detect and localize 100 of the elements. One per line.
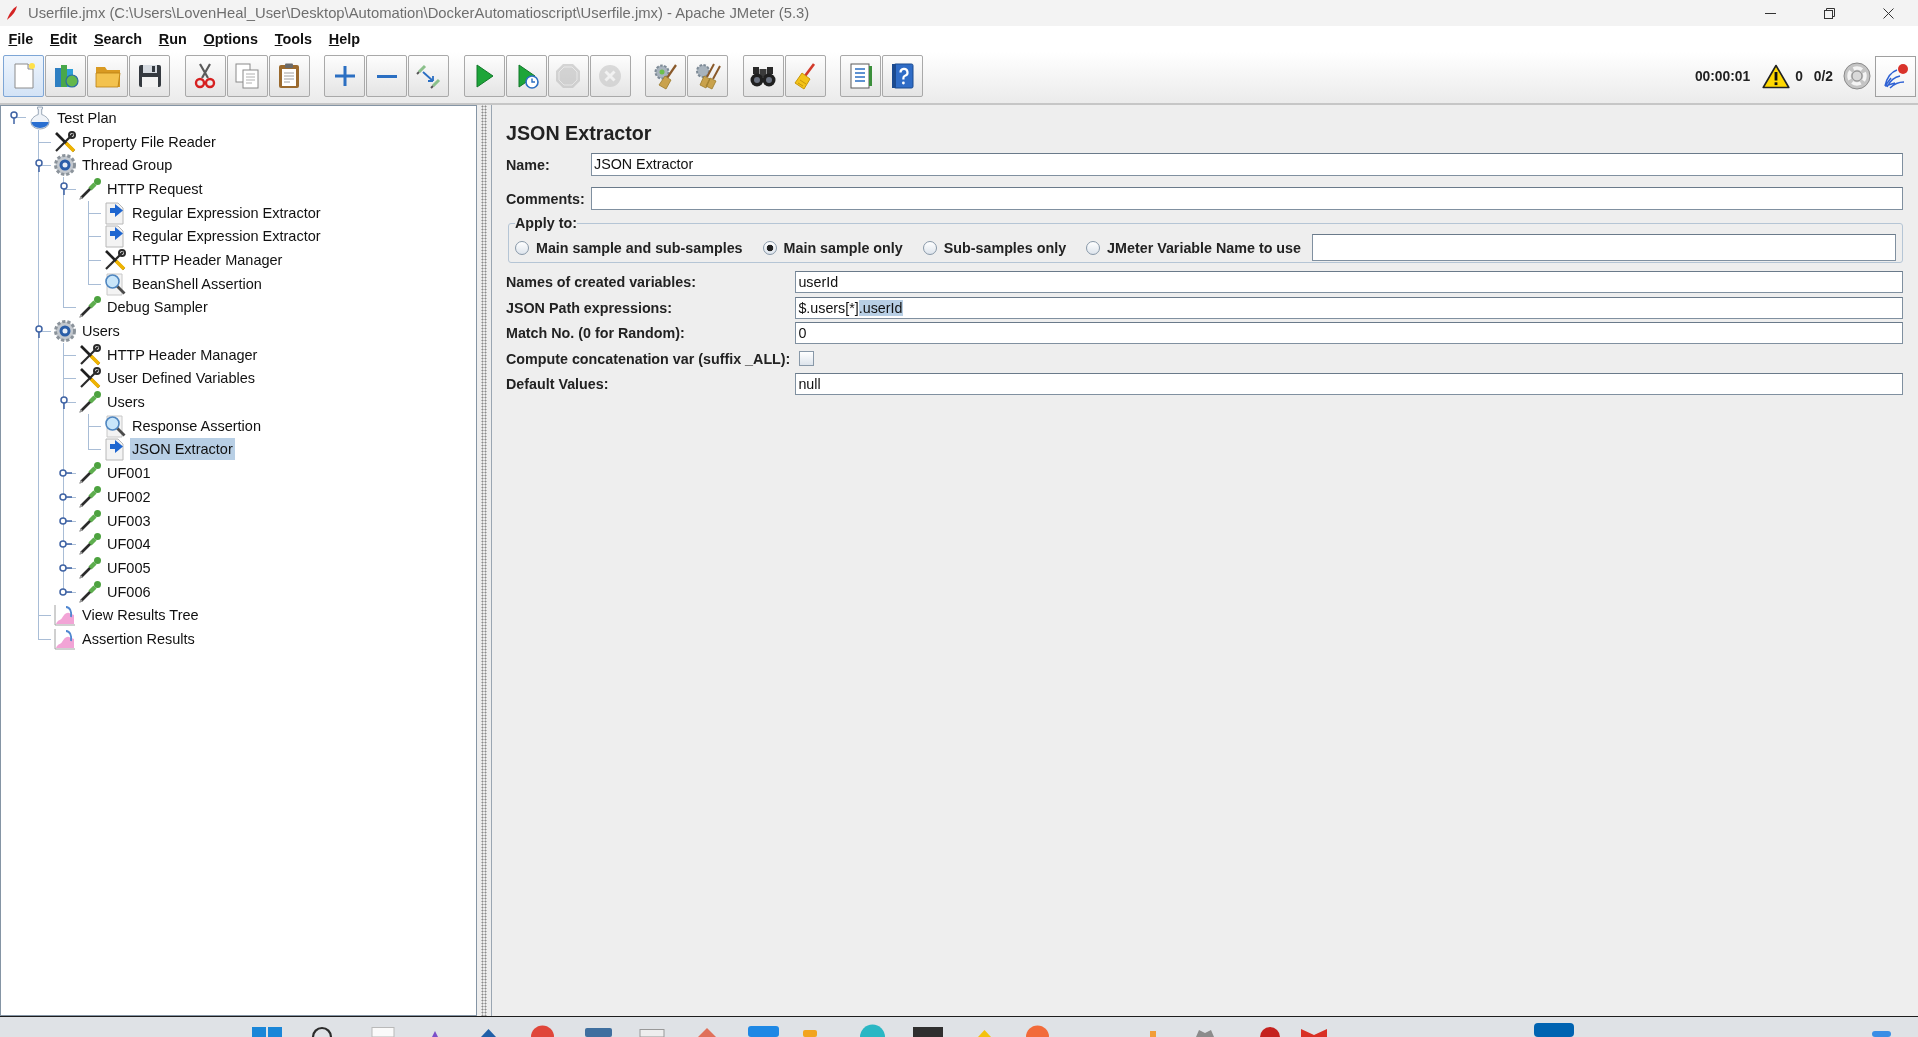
feather-icon	[6, 5, 18, 21]
pipette-icon	[78, 532, 102, 557]
radio-option[interactable]: Main sample and sub-samples	[515, 239, 743, 256]
chart-icon	[53, 603, 77, 628]
taskbar-app-icon[interactable]	[1196, 1030, 1214, 1037]
tree-item[interactable]: BeanShell Assertion	[130, 272, 264, 295]
tree-item[interactable]: User Defined Variables	[105, 367, 258, 390]
radio-icon[interactable]	[515, 240, 529, 255]
expand-handle-icon[interactable]	[59, 492, 72, 501]
menu-item[interactable]: Tools	[266, 28, 321, 50]
text-field[interactable]: $.users[*].userId	[795, 296, 1903, 319]
tree-item[interactable]: Thread Group	[80, 154, 175, 177]
text-field[interactable]: null	[795, 373, 1903, 395]
warning-icon[interactable]	[1762, 63, 1791, 89]
tree-item[interactable]: Assertion Results	[80, 627, 197, 650]
taskbar-app-icon[interactable]	[1301, 1029, 1327, 1037]
radio-option[interactable]: Main sample only	[762, 239, 903, 256]
radio-icon[interactable]	[922, 240, 937, 255]
text-field[interactable]: userId	[795, 271, 1903, 293]
toggle-button[interactable]	[408, 55, 449, 97]
expand-handle-icon[interactable]	[59, 563, 72, 572]
tree-item[interactable]: View Results Tree	[80, 604, 201, 627]
expand-handle-icon[interactable]	[59, 469, 72, 478]
menu-item[interactable]: Run	[150, 28, 196, 50]
taskbar-app-icon[interactable]	[481, 1029, 496, 1037]
taskbar-app-icon[interactable]	[698, 1028, 716, 1037]
tree-item[interactable]: Property File Reader	[80, 130, 218, 153]
search-icon[interactable]	[311, 1026, 333, 1037]
tree-item[interactable]: Regular Expression Extractor	[130, 201, 323, 224]
taskbar-app-icon[interactable]	[432, 1031, 438, 1037]
name-field[interactable]: JSON Extractor	[591, 153, 1903, 176]
menu-item[interactable]: Options	[195, 28, 267, 50]
tree-item[interactable]: UF001	[105, 462, 153, 485]
chart-icon	[53, 626, 77, 651]
taskbar-app-icon[interactable]	[1534, 1023, 1574, 1037]
tree-item[interactable]: Users	[80, 320, 122, 343]
radio-icon[interactable]	[762, 240, 777, 255]
expand-button[interactable]	[324, 55, 365, 97]
radio-option[interactable]: Sub-samples only	[922, 239, 1067, 256]
taskbar-app-icon[interactable]	[252, 1027, 282, 1037]
tree-item[interactable]: Response Assertion	[130, 414, 263, 437]
field-label: Default Values:	[506, 376, 610, 392]
clear-all-button[interactable]	[687, 55, 728, 97]
menu-item[interactable]: Search	[85, 28, 151, 50]
pipette-icon	[78, 579, 102, 604]
expand-handle-icon[interactable]	[59, 587, 72, 596]
search-button[interactable]	[742, 55, 784, 97]
tree-item[interactable]: JSON Extractor	[130, 438, 235, 461]
radio-option[interactable]: JMeter Variable Name to use	[1086, 239, 1301, 256]
save-button[interactable]	[129, 55, 170, 97]
page-arrow-icon	[103, 437, 127, 462]
field-label: Name:	[506, 156, 551, 173]
copy-icon	[233, 62, 261, 90]
tree-item[interactable]: Test Plan	[55, 106, 119, 129]
field-label: Names of created variables:	[506, 274, 697, 290]
menu-item[interactable]: File	[0, 28, 42, 50]
collapse-button[interactable]	[366, 55, 407, 97]
field-label: Compute concatenation var (suffix _ALL):	[506, 350, 791, 367]
tree-item[interactable]: Debug Sampler	[105, 296, 210, 319]
tree-item[interactable]: UF005	[105, 556, 153, 579]
expand-handle-icon[interactable]	[59, 516, 72, 525]
splitter-grip[interactable]	[481, 105, 487, 1016]
start-button[interactable]	[463, 55, 505, 97]
radio-icon[interactable]	[1086, 240, 1101, 255]
tree-item[interactable]: HTTP Header Manager	[130, 248, 285, 271]
expand-handle-icon[interactable]	[59, 182, 68, 196]
expand-handle-icon[interactable]	[59, 540, 72, 549]
new-button[interactable]	[3, 55, 44, 97]
help-button[interactable]	[882, 55, 923, 97]
stop-sign-icon	[554, 62, 582, 90]
expand-handle-icon[interactable]	[34, 324, 43, 338]
expand-handle-icon[interactable]	[9, 111, 18, 125]
tree-item[interactable]: UF003	[105, 509, 153, 532]
menu-item[interactable]: Edit	[41, 28, 86, 50]
paste-button[interactable]	[268, 55, 310, 97]
cut-button[interactable]	[184, 55, 226, 97]
text-field[interactable]: 0	[795, 322, 1903, 344]
taskbar-app-icon[interactable]	[1026, 1025, 1049, 1037]
tree-item[interactable]: HTTP Request	[105, 177, 205, 200]
start-no-pauses-button[interactable]	[505, 55, 547, 97]
checkbox[interactable]	[799, 351, 815, 366]
templates-button[interactable]	[45, 55, 86, 97]
menu-item[interactable]: Help	[320, 28, 369, 50]
taskbar-app-icon[interactable]	[1872, 1031, 1891, 1037]
comments-field[interactable]	[591, 187, 1903, 210]
gear-icon	[53, 319, 77, 344]
tree-item[interactable]: UF004	[105, 533, 153, 556]
clear-button[interactable]	[645, 55, 686, 97]
tree-item[interactable]: UF006	[105, 580, 153, 603]
status-button[interactable]	[1875, 55, 1916, 97]
tree-item[interactable]: UF002	[105, 485, 153, 508]
variable-name-field[interactable]	[1312, 234, 1896, 261]
expand-handle-icon[interactable]	[59, 395, 68, 409]
tree-item[interactable]: Regular Expression Extractor	[130, 225, 323, 248]
taskbar-app-icon[interactable]	[531, 1025, 554, 1037]
tree-item[interactable]: Users	[105, 391, 147, 414]
tree-item[interactable]: HTTP Header Manager	[105, 343, 260, 366]
expand-handle-icon[interactable]	[34, 158, 43, 172]
taskbar-app-icon[interactable]	[639, 1029, 665, 1037]
function-helper-button[interactable]	[840, 55, 881, 97]
